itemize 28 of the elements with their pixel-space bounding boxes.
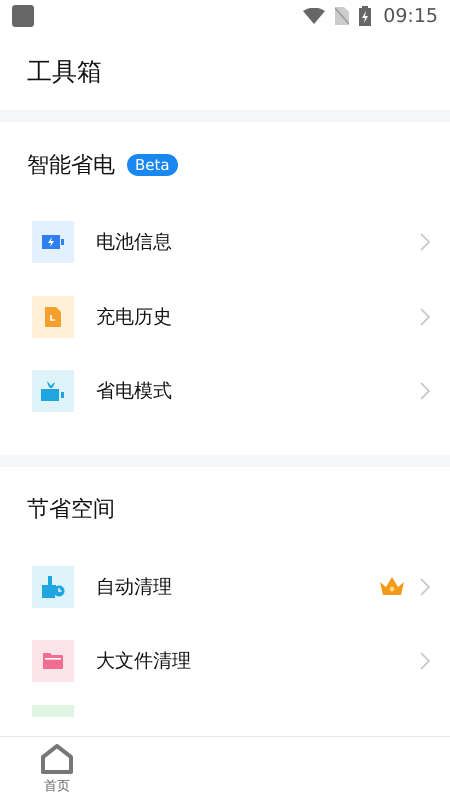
battery-charging-icon: [359, 6, 372, 26]
no-sim-icon: [335, 7, 350, 25]
folder-icon: [43, 653, 63, 670]
nav-tab[interactable]: 首页: [40, 742, 74, 794]
tool-item[interactable]: 电池信息: [0, 205, 450, 280]
broom-clock-icon: [41, 576, 65, 598]
document-icon: [45, 306, 61, 327]
plug-icon: [41, 381, 65, 402]
tool-item[interactable]: 自动清理: [0, 550, 450, 624]
battery-icon: [42, 235, 64, 250]
section-title: 智能省电: [27, 152, 115, 180]
app-notification-icon: [12, 5, 34, 27]
tool-icon-tile: [32, 704, 74, 716]
wifi-icon: [303, 8, 326, 24]
chevron-right-icon: [420, 382, 430, 400]
crown-icon: [380, 576, 404, 597]
chevron-right-icon: [420, 233, 430, 252]
beta-badge: Beta: [127, 154, 178, 176]
chevron-right-icon: [420, 308, 430, 326]
home-icon: [40, 742, 74, 774]
section-title: 节省空间: [27, 496, 115, 524]
chevron-right-icon: [420, 652, 430, 670]
tool-item[interactable]: 大文件清理: [0, 624, 450, 698]
page-title: 工具箱: [27, 56, 102, 88]
tool-item[interactable]: 省电模式: [0, 354, 450, 428]
tool-item[interactable]: 充电历史: [0, 280, 450, 354]
status-time: 09:15: [383, 5, 438, 27]
chevron-right-icon: [420, 578, 430, 596]
